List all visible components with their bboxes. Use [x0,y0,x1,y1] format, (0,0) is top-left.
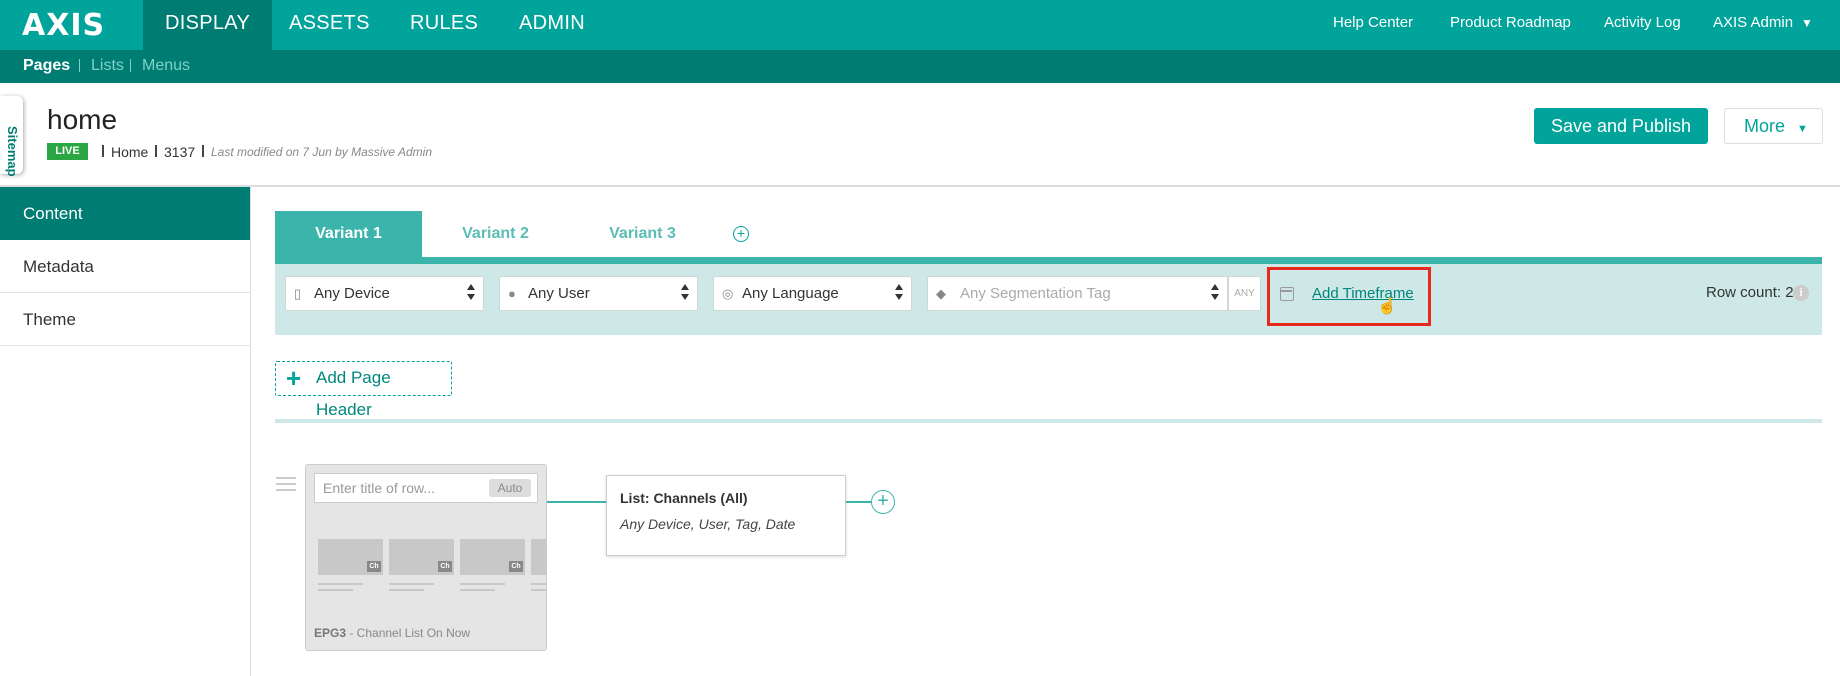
row-title-input[interactable]: Enter title of row... Auto [314,473,538,503]
segmentation-tag-select[interactable]: ◆ Any Segmentation Tag [927,276,1228,311]
row-template-name: - Channel List On Now [346,626,471,640]
device-select[interactable]: ▯ Any Device [285,276,484,311]
row-template-caption: EPG3 - Channel List On Now [314,626,470,640]
product-roadmap-link[interactable]: Product Roadmap [1450,0,1571,46]
channel-badge: Ch [438,561,452,572]
variant-strip [275,257,1822,264]
plus-icon: + [286,363,302,393]
content-divider [275,419,1822,423]
status-badge: LIVE [47,143,88,160]
sitemap-tab-label: Sitemap [5,126,20,177]
last-modified-text: Last modified on 7 Jun by Massive Admin [211,145,432,159]
any-tag-toggle[interactable]: ANY [1228,276,1261,311]
add-list-icon[interactable]: + [871,490,895,514]
tag-icon: ◆ [936,286,946,301]
row-title-placeholder: Enter title of row... [323,480,436,496]
list-card[interactable]: List: Channels (All) Any Device, User, T… [606,475,846,556]
tab-variant-2[interactable]: Variant 2 [422,211,569,257]
language-select-value: Any Language [742,285,839,302]
tab-variant-1[interactable]: Variant 1 [275,211,422,257]
channel-badge: Ch [367,561,381,572]
meta-divider [202,145,204,157]
calendar-icon [1280,287,1294,301]
nav-tab-admin[interactable]: ADMIN [497,0,607,50]
connector-line [846,501,872,503]
row-thumbnail: Ch [460,539,525,595]
user-select-value: Any User [528,285,590,302]
row-thumbnail: Ch [389,539,454,595]
page-title: home [47,104,118,135]
top-navigation-bar: AXIS DISPLAY ASSETS RULES ADMIN Help Cen… [0,0,1840,50]
select-arrows-icon [467,284,475,302]
tab-variant-3[interactable]: Variant 3 [569,211,716,257]
meta-divider [102,145,104,157]
channel-badge: Ch [509,561,523,572]
user-select[interactable]: ● Any User [499,276,698,311]
subnav-divider [130,59,131,72]
row-count: Row count: 2 [1706,284,1794,301]
list-rules: Any Device, User, Tag, Date [620,516,796,532]
help-center-link[interactable]: Help Center [1333,0,1413,46]
add-page-header-button[interactable]: + Add Page Header [275,361,452,419]
select-arrows-icon [1211,284,1219,302]
segmentation-tag-placeholder: Any Segmentation Tag [960,285,1111,302]
page-name: Home [111,144,149,160]
nav-tab-display[interactable]: DISPLAY [143,0,273,50]
row-card[interactable]: Enter title of row... Auto Ch Ch Ch EPG3… [305,464,547,651]
add-variant-icon[interactable]: + [733,226,749,242]
user-menu-label: AXIS Admin [1713,14,1794,31]
info-icon[interactable]: i [1793,285,1809,301]
add-page-header-label: Add Page Header [316,368,391,419]
globe-icon: ◎ [722,286,734,301]
nav-tab-rules[interactable]: RULES [388,0,500,50]
sidebar-item-content[interactable]: Content [0,187,250,240]
subnav-menus[interactable]: Menus [142,57,190,75]
subnav-lists[interactable]: Lists [91,57,124,75]
select-arrows-icon [895,284,903,302]
list-title: List: Channels (All) [620,490,748,506]
nav-tab-assets[interactable]: ASSETS [267,0,392,50]
activity-log-link[interactable]: Activity Log [1604,0,1681,46]
language-select[interactable]: ◎ Any Language [713,276,912,311]
row-thumbnail: Ch [318,539,383,595]
more-button[interactable]: More ▼ [1724,108,1823,144]
device-select-value: Any Device [314,285,390,302]
sidebar-item-metadata[interactable]: Metadata [0,240,250,293]
sidebar-item-theme[interactable]: Theme [0,293,250,346]
user-icon: ● [508,286,516,301]
subnav-pages[interactable]: Pages [23,57,70,75]
save-and-publish-button[interactable]: Save and Publish [1534,108,1708,144]
row-thumbnail [531,539,546,595]
auto-button[interactable]: Auto [489,479,531,497]
select-arrows-icon [681,284,689,302]
drag-handle-icon[interactable] [276,477,296,491]
add-timeframe-highlight: Add Timeframe [1267,267,1431,326]
page-sidebar: Content Metadata Theme [0,187,251,676]
caret-down-icon: ▼ [1797,123,1808,135]
user-menu[interactable]: AXIS Admin ▼ [1713,0,1813,46]
meta-divider [155,145,157,157]
page-id: 3137 [164,144,196,160]
hand-cursor-icon: ☝ [1377,298,1397,315]
sub-navigation-bar: Pages Lists Menus [0,50,1840,83]
more-button-label: More [1744,116,1786,136]
row-template-code: EPG3 [314,626,347,640]
sitemap-tab[interactable]: Sitemap [0,96,23,177]
axis-logo[interactable]: AXIS [22,8,105,43]
subnav-divider [79,59,80,72]
connector-line [547,501,607,503]
device-icon: ▯ [294,286,302,301]
add-timeframe-link[interactable]: Add Timeframe [1312,285,1414,302]
caret-down-icon: ▼ [1801,16,1813,30]
header-divider [0,185,1840,187]
